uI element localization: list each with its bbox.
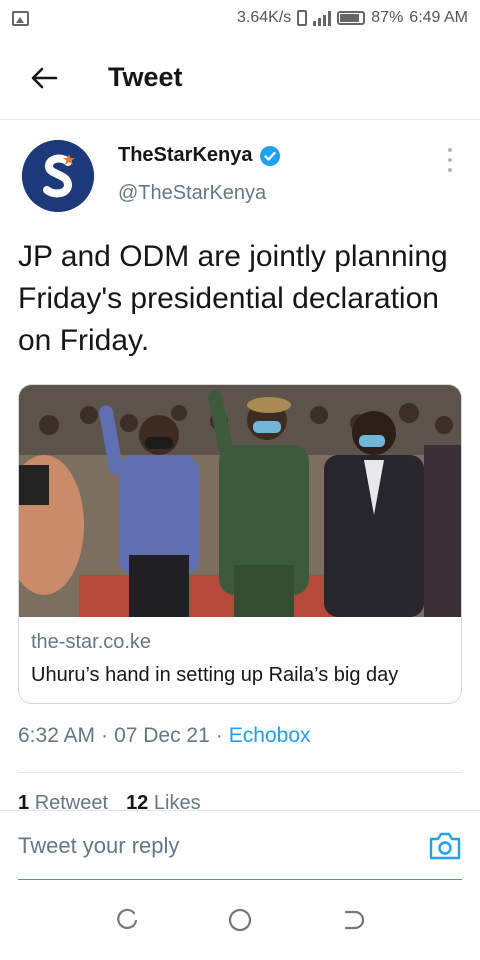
divider <box>18 772 462 773</box>
link-title: Uhuru’s hand in setting up Raila’s big d… <box>31 664 399 686</box>
image-notification-icon <box>12 10 29 26</box>
meta-separator-2: · <box>215 724 223 747</box>
likes-count: 12 <box>126 792 149 810</box>
page-title: Tweet <box>108 62 183 92</box>
battery-percent: 87% <box>371 9 404 26</box>
reply-input[interactable]: Tweet your reply <box>18 829 378 863</box>
meta-separator: · <box>101 724 109 747</box>
link-domain: the-star.co.ke <box>31 631 152 653</box>
retweets-label: Retweet <box>34 792 109 810</box>
tweet-date: 07 Dec 21 <box>114 724 210 747</box>
tweet-author: TheStarKenya @TheStarKenya <box>22 138 462 214</box>
link-preview-card[interactable]: the-star.co.ke Uhuru’s hand in setting u… <box>18 384 462 704</box>
crowd-photo <box>19 385 461 617</box>
link-preview-image <box>19 385 461 617</box>
tweet-time: 6:32 AM <box>18 724 96 747</box>
battery-icon <box>337 11 366 25</box>
recent-apps-icon[interactable] <box>114 907 140 933</box>
retweets-stat[interactable]: 1 Retweet <box>18 792 108 810</box>
top-app-bar: Tweet <box>0 36 480 120</box>
vibrate-icon <box>297 10 308 26</box>
camera-icon <box>429 832 461 860</box>
status-bar: 3.64K/s 87% 6:49 AM <box>0 0 480 36</box>
more-vertical-icon <box>448 148 452 152</box>
likes-stat[interactable]: 12 Likes <box>126 792 201 810</box>
retweets-count: 1 <box>18 792 30 810</box>
signal-icon <box>313 10 332 26</box>
home-icon[interactable] <box>227 907 253 933</box>
tweet-meta: 6:32 AM · 07 Dec 21 · Echobox <box>18 724 311 748</box>
arrow-left-icon <box>31 67 58 88</box>
thestar-logo-icon <box>22 140 94 212</box>
clock: 6:49 AM <box>409 9 468 26</box>
more-options-button[interactable] <box>442 146 458 174</box>
avatar[interactable] <box>22 140 94 212</box>
back-nav-icon[interactable] <box>340 907 366 933</box>
tweet-source-link[interactable]: Echobox <box>229 724 311 748</box>
tweet-text: JP and ODM are jointly planning Friday's… <box>18 240 448 357</box>
network-speed: 3.64K/s <box>237 9 292 26</box>
tweet-stats: 1 Retweet 12 Likes <box>18 792 201 810</box>
back-button[interactable] <box>14 48 74 108</box>
camera-button[interactable] <box>428 831 462 861</box>
display-name[interactable]: TheStarKenya <box>118 144 253 167</box>
reply-bar: Tweet your reply <box>0 810 480 881</box>
verified-badge-icon <box>259 145 280 166</box>
system-nav-bar <box>0 880 480 960</box>
likes-label: Likes <box>153 792 201 810</box>
user-handle[interactable]: @TheStarKenya <box>118 182 266 205</box>
